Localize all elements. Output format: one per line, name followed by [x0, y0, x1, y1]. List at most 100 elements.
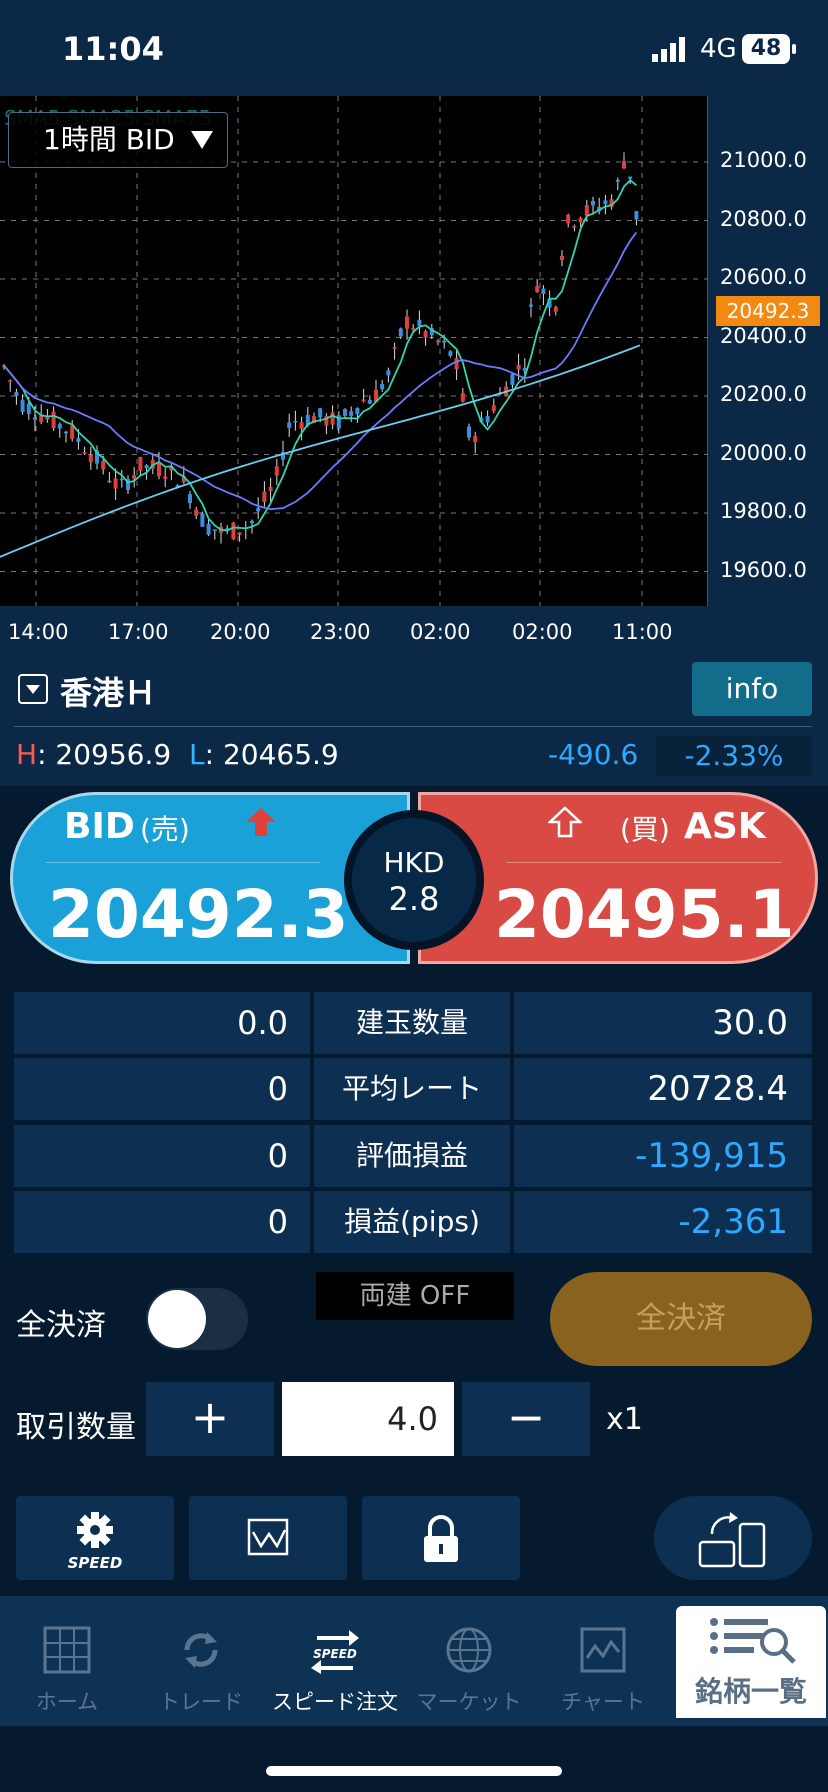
- candle-body: [560, 255, 564, 260]
- chart-view-button[interactable]: [189, 1496, 347, 1580]
- candle-body: [541, 288, 546, 294]
- price-chart[interactable]: [0, 96, 708, 606]
- candle-body: [491, 405, 496, 411]
- candle-body: [634, 211, 639, 220]
- hedge-toggle[interactable]: 両建 OFF: [316, 1272, 514, 1320]
- tab-label: 銘柄一覧: [694, 1675, 807, 1708]
- candle-body: [8, 380, 13, 382]
- candle-body: [88, 454, 93, 463]
- high-value: : 20956.9: [37, 738, 172, 771]
- symbol-name[interactable]: 香港Ｈ: [60, 668, 156, 714]
- candle-body: [473, 435, 478, 442]
- candle-body: [33, 417, 37, 420]
- ask-sub-label: (買): [620, 813, 670, 846]
- candle-body: [553, 306, 558, 312]
- candle-body: [262, 491, 267, 502]
- candle-body: [200, 513, 205, 527]
- bid-price: 20492.3: [48, 876, 349, 953]
- y-tick-label: 20600.0: [720, 265, 807, 289]
- tab-label: トレード: [159, 1690, 243, 1714]
- candle-body: [510, 374, 515, 385]
- position-label: 損益(pips): [314, 1191, 510, 1253]
- x-tick-label: 17:00: [108, 620, 169, 644]
- divider: [46, 862, 320, 863]
- candle-body: [417, 319, 422, 326]
- table-row: 0 平均レート 20728.4: [14, 1058, 812, 1120]
- candle-body: [535, 286, 540, 293]
- quantity-minus-button[interactable]: −: [462, 1382, 590, 1456]
- low-value: : 20465.9: [204, 738, 339, 771]
- candle-body: [237, 532, 242, 535]
- candle-body: [287, 422, 292, 428]
- y-tick-label: 20000.0: [720, 440, 807, 465]
- tab-trade[interactable]: トレード: [134, 1596, 268, 1726]
- candle-body: [436, 340, 440, 343]
- candle-body: [591, 200, 595, 206]
- candle-body: [318, 408, 323, 418]
- arrow-up-outline-icon: [546, 806, 584, 842]
- quantity-plus-button[interactable]: +: [146, 1382, 274, 1456]
- candle-body: [361, 399, 366, 402]
- y-tick-label: 19800.0: [720, 499, 807, 523]
- high-low: H: 20956.9 L: 20465.9: [16, 738, 339, 771]
- tab-label: ホーム: [35, 1690, 99, 1714]
- candle-body: [194, 509, 199, 516]
- lock-button[interactable]: [362, 1496, 520, 1580]
- spread-currency: HKD: [383, 846, 445, 879]
- tab-home[interactable]: ホーム: [0, 1596, 134, 1726]
- position-left-value: 0.0: [14, 992, 310, 1054]
- position-right-value: 20728.4: [514, 1058, 812, 1120]
- table-row: 0 評価損益 -139,915: [14, 1125, 812, 1187]
- info-button[interactable]: info: [692, 662, 812, 716]
- tab-market[interactable]: マーケット: [402, 1596, 536, 1726]
- timeframe-selector[interactable]: 1時間 BID: [8, 112, 228, 168]
- y-tick-label: 20400.0: [720, 323, 807, 348]
- close-all-button[interactable]: 全決済: [550, 1272, 812, 1366]
- moving-average-line: [3, 178, 637, 532]
- speed-settings-button[interactable]: SPEED: [16, 1496, 174, 1580]
- candle-body: [392, 347, 397, 349]
- globe-icon: [446, 1627, 492, 1673]
- arrow-up-filled-icon: [244, 806, 278, 842]
- candle-body: [206, 523, 211, 535]
- timeframe-label: 1時間 BID: [43, 123, 175, 156]
- candle-body: [485, 416, 490, 423]
- quantity-label: 取引数量: [16, 1410, 136, 1445]
- candle-body: [256, 507, 261, 512]
- candle-body: [405, 316, 409, 329]
- candle-body: [293, 421, 298, 423]
- position-right-value: -139,915: [514, 1125, 812, 1187]
- tab-chart[interactable]: チャート: [536, 1596, 670, 1726]
- y-tick-label: 19600.0: [720, 557, 807, 582]
- tab-label: マーケット: [416, 1690, 522, 1714]
- position-label: 建玉数量: [314, 992, 510, 1054]
- candle-body: [467, 426, 471, 438]
- chart-icon: [247, 1518, 289, 1556]
- candle-body: [349, 411, 354, 416]
- candle-body: [398, 328, 403, 337]
- position-right-value: 30.0: [514, 992, 812, 1054]
- tab-symbol-list[interactable]: 銘柄一覧: [676, 1606, 826, 1718]
- candle-body: [584, 205, 589, 216]
- quantity-input[interactable]: 4.0: [282, 1382, 454, 1456]
- y-tick-label: 20800.0: [720, 206, 807, 231]
- chart-icon: [580, 1627, 626, 1673]
- y-tick-label: 21000.0: [720, 148, 807, 172]
- home-indicator[interactable]: [266, 1766, 562, 1776]
- position-label: 評価損益: [314, 1125, 510, 1187]
- candle-body: [274, 466, 279, 476]
- symbol-dropdown-icon[interactable]: [18, 674, 48, 704]
- candle-body: [603, 200, 608, 205]
- bid-label: BID: [64, 806, 135, 847]
- moving-average-line: [3, 231, 638, 511]
- candle-body: [578, 217, 583, 223]
- rotate-screen-button[interactable]: [654, 1496, 812, 1580]
- tab-label: スピード注文: [272, 1690, 398, 1714]
- refresh-icon: [184, 1632, 218, 1668]
- toggle-knob[interactable]: [148, 1290, 206, 1348]
- tab-speed-order[interactable]: SPEED スピード注文: [268, 1596, 402, 1726]
- candle-body: [76, 437, 81, 442]
- quantity-multiplier[interactable]: x1: [606, 1402, 643, 1437]
- candle-body: [26, 403, 31, 415]
- spread-badge: HKD 2.8: [344, 810, 484, 950]
